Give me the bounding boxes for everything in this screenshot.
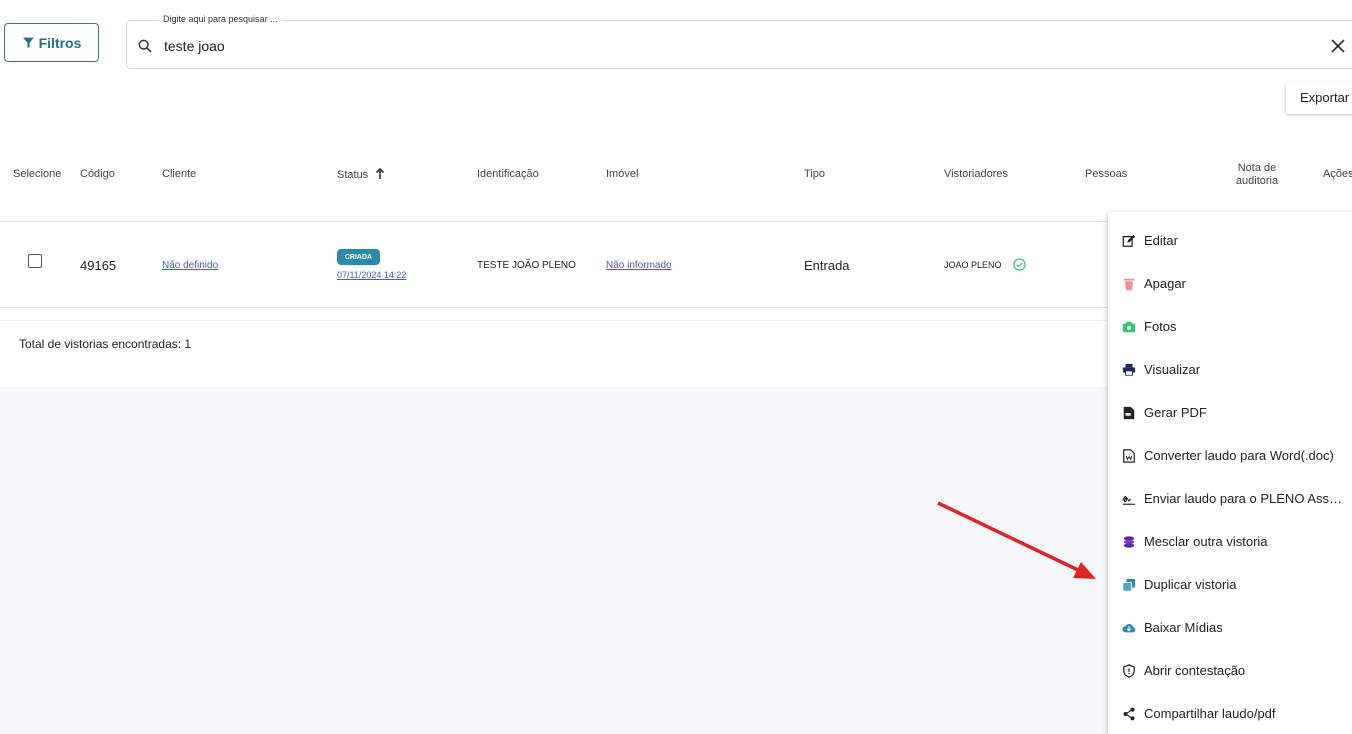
filter-icon	[22, 37, 34, 48]
menu-item-view[interactable]: Visualizar	[1108, 348, 1352, 391]
share-icon	[1123, 707, 1135, 720]
header-audit-note[interactable]: Nota de auditoria	[1232, 162, 1282, 188]
search-box[interactable]: Digite aqui para pesquisar ...	[126, 14, 1352, 69]
header-inspectors[interactable]: Vistoriadores	[944, 168, 1008, 180]
menu-label-merge: Mesclar outra vistoria	[1144, 534, 1268, 549]
actions-menu: Editar Apagar Fotos Visualizar Gerar PDF…	[1108, 212, 1352, 734]
menu-label-generate-pdf: Gerar PDF	[1144, 405, 1207, 420]
camera-icon	[1122, 321, 1136, 332]
header-identification[interactable]: Identificação	[477, 168, 539, 180]
shield-icon	[1123, 663, 1135, 678]
header-status[interactable]: Status	[337, 167, 385, 181]
header-status-label: Status	[337, 169, 369, 181]
signature-icon	[1122, 495, 1136, 505]
close-icon[interactable]	[1331, 39, 1345, 53]
header-actions: Ações	[1323, 168, 1352, 180]
row-checkbox[interactable]	[28, 254, 42, 268]
search-label: Digite aqui para pesquisar ...	[159, 14, 282, 24]
arrow-up-icon	[376, 167, 385, 179]
menu-item-download-media[interactable]: Baixar Mídias	[1108, 606, 1352, 649]
menu-label-download-media: Baixar Mídias	[1144, 620, 1223, 635]
header-type[interactable]: Tipo	[804, 168, 825, 180]
menu-label-share: Compartilhar laudo/pdf	[1144, 706, 1276, 721]
menu-item-delete[interactable]: Apagar	[1108, 262, 1352, 305]
filters-button[interactable]: Filtros	[4, 23, 99, 62]
menu-label-open-dispute: Abrir contestação	[1144, 663, 1246, 678]
layers-icon	[1123, 535, 1135, 548]
menu-label-send-signature: Enviar laudo para o PLENO Assin...	[1144, 491, 1344, 506]
menu-label-delete: Apagar	[1144, 276, 1186, 291]
header-property[interactable]: Imóvel	[606, 168, 638, 180]
row-client-link[interactable]: Não definido	[162, 260, 218, 271]
menu-item-send-signature[interactable]: Enviar laudo para o PLENO Assin...	[1108, 477, 1352, 520]
status-badge: CRIADA	[337, 249, 380, 265]
menu-item-edit[interactable]: Editar	[1108, 219, 1352, 262]
menu-label-view: Visualizar	[1144, 362, 1201, 377]
filters-label: Filtros	[38, 34, 82, 51]
search-input[interactable]	[164, 35, 1264, 57]
menu-item-generate-pdf[interactable]: Gerar PDF	[1108, 391, 1352, 434]
menu-item-photos[interactable]: Fotos	[1108, 305, 1352, 348]
export-button[interactable]: Exportar	[1286, 82, 1352, 114]
menu-item-share[interactable]: Compartilhar laudo/pdf	[1108, 692, 1352, 734]
search-icon	[138, 39, 152, 53]
printer-icon	[1122, 363, 1136, 376]
trash-icon	[1123, 278, 1135, 290]
menu-label-edit: Editar	[1144, 233, 1178, 248]
cloud-download-icon	[1122, 623, 1136, 632]
status-date-link[interactable]: 07/11/2024 14:22	[337, 270, 406, 280]
row-inspector: JOAO PLENO	[944, 260, 1002, 270]
word-icon	[1123, 448, 1135, 463]
menu-item-convert-word[interactable]: Converter laudo para Word(.doc)	[1108, 434, 1352, 477]
row-type: Entrada	[804, 258, 850, 273]
menu-item-duplicate[interactable]: Duplicar vistoria	[1108, 563, 1352, 606]
header-audit-note-line1: Nota de	[1237, 162, 1277, 174]
total-count: Total de vistorias encontradas: 1	[19, 337, 192, 351]
duplicate-icon	[1122, 578, 1136, 592]
header-select: Selecione	[13, 168, 62, 180]
menu-label-duplicate: Duplicar vistoria	[1144, 577, 1237, 592]
header-code[interactable]: Código	[80, 168, 115, 180]
menu-label-convert-word: Converter laudo para Word(.doc)	[1144, 448, 1334, 463]
menu-item-open-dispute[interactable]: Abrir contestação	[1108, 649, 1352, 692]
edit-icon	[1122, 234, 1136, 247]
pdf-icon	[1123, 406, 1135, 419]
menu-label-photos: Fotos	[1144, 319, 1177, 334]
row-code: 49165	[80, 258, 117, 273]
header-client[interactable]: Cliente	[162, 168, 196, 180]
menu-item-merge[interactable]: Mesclar outra vistoria	[1108, 520, 1352, 563]
row-property-link[interactable]: Não informado	[606, 260, 672, 271]
header-people[interactable]: Pessoas	[1085, 168, 1127, 180]
header-audit-note-line2: auditoria	[1235, 175, 1279, 187]
row-identification: TESTE JOÃO PLENO	[477, 260, 576, 271]
check-circle-icon	[1013, 258, 1026, 271]
